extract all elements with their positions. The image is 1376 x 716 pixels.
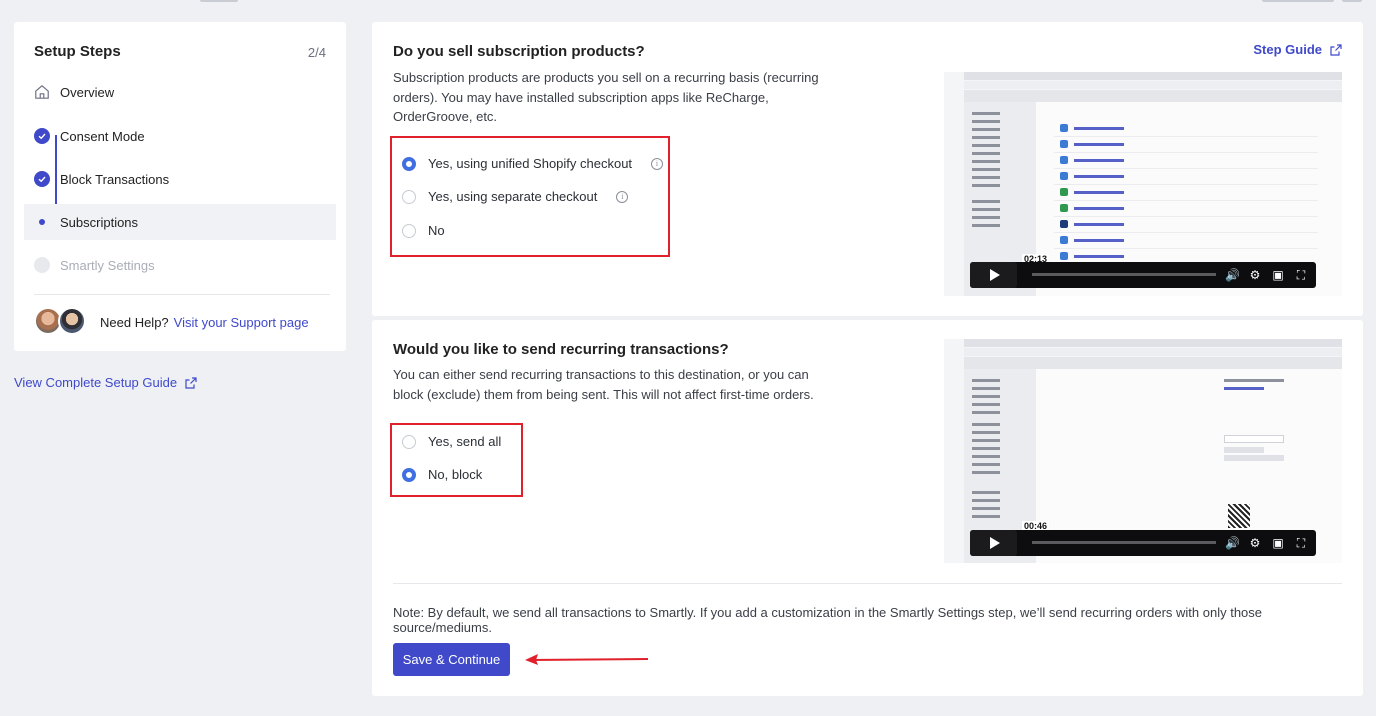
step-label: Block Transactions [60, 171, 170, 187]
step-guide-link[interactable]: Step Guide [1253, 42, 1342, 57]
volume-icon[interactable]: 🔊 [1225, 268, 1240, 282]
guide-link-label: View Complete Setup Guide [14, 375, 178, 390]
radio-button[interactable] [402, 156, 416, 171]
option-block[interactable]: No, block [402, 467, 482, 482]
section-description: Subscription products are products you s… [393, 70, 819, 125]
step-smartly-settings[interactable]: Smartly Settings [24, 247, 336, 283]
recurring-transactions-card: Would you like to send recurring transac… [372, 320, 1363, 696]
step-label: Subscriptions [60, 214, 139, 230]
volume-icon[interactable]: 🔊 [1225, 536, 1240, 550]
video-player[interactable]: 02:13 🔊 ⚙ ▣ ⛶ [944, 72, 1342, 296]
video-player[interactable]: 00:46 🔊 ⚙ ▣ ⛶ [944, 339, 1342, 563]
option-label: Yes, using unified Shopify checkout [428, 156, 633, 171]
video-scrubber[interactable] [1032, 273, 1216, 276]
play-icon[interactable] [970, 530, 1017, 556]
support-avatars [34, 307, 90, 337]
picture-in-picture-icon[interactable]: ▣ [1271, 268, 1285, 282]
subscription-products-card: Do you sell subscription products? Subsc… [372, 22, 1363, 316]
pending-step-icon [34, 257, 50, 273]
setup-steps-progress: 2/4 [307, 45, 326, 60]
settings-gear-icon[interactable]: ⚙ [1248, 268, 1262, 282]
video-controls: 🔊 ⚙ ▣ ⛶ [970, 262, 1316, 288]
check-icon [34, 171, 50, 187]
step-overview[interactable]: Overview [24, 74, 336, 110]
section-title: Do you sell subscription products? [393, 43, 645, 60]
save-continue-button[interactable]: Save & Continue [393, 643, 510, 676]
step-consent-mode[interactable]: Consent Mode [24, 118, 336, 154]
fullscreen-icon[interactable]: ⛶ [1294, 536, 1308, 550]
info-icon[interactable]: i [651, 157, 664, 170]
avatar [58, 307, 86, 335]
radio-button[interactable] [402, 223, 416, 238]
check-icon [34, 128, 50, 144]
option-send-all[interactable]: Yes, send all [402, 434, 501, 449]
current-step-dot-icon [34, 214, 50, 230]
step-label: Overview [60, 84, 115, 100]
divider [34, 294, 330, 295]
view-setup-guide-link[interactable]: View Complete Setup Guide [14, 375, 197, 390]
red-arrow-annotation [525, 654, 649, 665]
section-title: Would you like to send recurring transac… [393, 341, 729, 358]
step-label: Smartly Settings [60, 257, 155, 273]
step-label: Consent Mode [60, 128, 145, 144]
top-edge-tab [200, 0, 238, 2]
video-scrubber[interactable] [1032, 541, 1216, 544]
step-guide-label: Step Guide [1253, 42, 1322, 57]
radio-button[interactable] [402, 467, 416, 482]
divider [393, 583, 1342, 584]
home-icon [34, 84, 50, 100]
external-link-icon [1330, 43, 1342, 56]
setup-steps-title: Setup Steps [34, 43, 121, 60]
external-link-icon [185, 376, 197, 389]
picture-in-picture-icon[interactable]: ▣ [1271, 536, 1285, 550]
option-no[interactable]: No [402, 223, 445, 238]
default-note: Note: By default, we send all transactio… [393, 605, 1263, 635]
section-description: You can either send recurring transactio… [393, 367, 814, 402]
help-row: Need Help? Visit your Support page [34, 307, 309, 337]
step-subscriptions[interactable]: Subscriptions [24, 204, 336, 240]
radio-button[interactable] [402, 189, 416, 204]
help-text: Need Help? [100, 314, 169, 330]
option-label: No, block [428, 467, 483, 482]
step-block-transactions[interactable]: Block Transactions [24, 161, 336, 197]
option-separate-checkout[interactable]: Yes, using separate checkout i [402, 189, 629, 204]
setup-steps-card: Setup Steps 2/4 Overview Consent Mode Bl… [14, 22, 346, 351]
settings-gear-icon[interactable]: ⚙ [1248, 536, 1262, 550]
radio-button[interactable] [402, 434, 416, 449]
top-edge-tab [1262, 0, 1334, 2]
info-icon[interactable]: i [616, 190, 629, 203]
fullscreen-icon[interactable]: ⛶ [1294, 268, 1308, 282]
option-label: Yes, using separate checkout [428, 189, 598, 204]
video-controls: 🔊 ⚙ ▣ ⛶ [970, 530, 1316, 556]
play-icon[interactable] [970, 262, 1017, 288]
option-unified-checkout[interactable]: Yes, using unified Shopify checkout i [402, 156, 664, 171]
top-edge-tab [1342, 0, 1362, 2]
option-label: Yes, send all [428, 434, 502, 449]
option-label: No [428, 223, 445, 238]
support-page-link[interactable]: Visit your Support page [174, 315, 309, 330]
